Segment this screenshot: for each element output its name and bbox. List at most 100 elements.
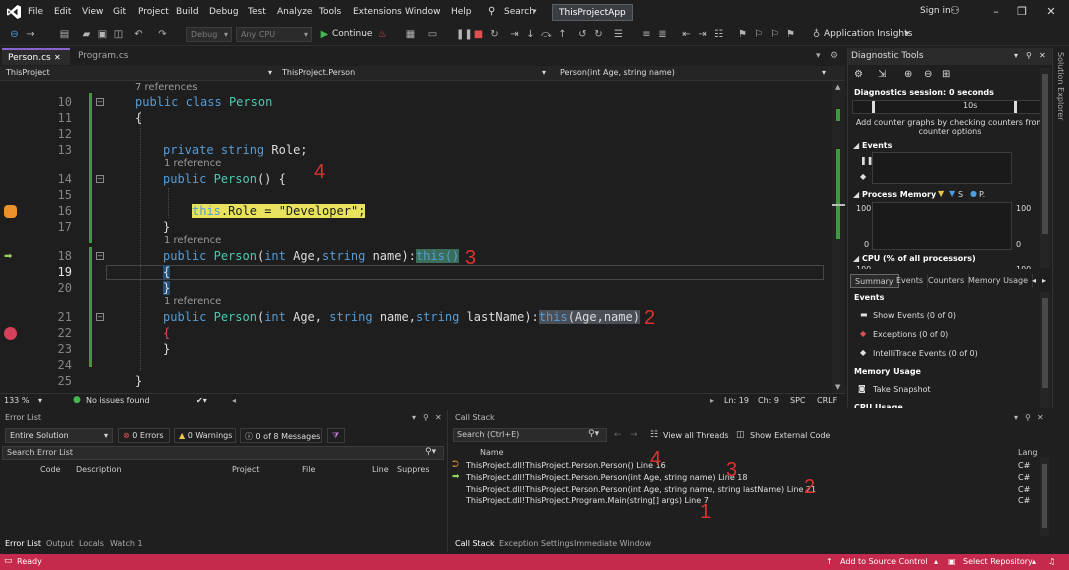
collapse-icon[interactable]: − bbox=[96, 313, 104, 321]
line-ending-indicator[interactable]: CRLF bbox=[817, 396, 837, 405]
filter-icon[interactable]: ⧩ bbox=[327, 428, 345, 443]
menu-analyze[interactable]: Analyze bbox=[277, 7, 312, 17]
chevron-down-icon[interactable]: ◢ bbox=[853, 190, 859, 199]
continue-button[interactable]: Continue bbox=[332, 29, 372, 39]
scroll-right-icon[interactable]: ▸ bbox=[710, 396, 714, 405]
add-to-source-control-button[interactable]: Add to Source Control bbox=[840, 557, 928, 566]
call-stack-row[interactable]: ➡ ThisProject.dll!ThisProject.Person.Per… bbox=[450, 472, 1040, 484]
pin-icon[interactable]: ⚲ bbox=[423, 413, 429, 422]
pin-icon[interactable]: ⚲ bbox=[1026, 51, 1032, 60]
zoom-out-icon[interactable]: ⊖ bbox=[924, 69, 932, 80]
reset-zoom-icon[interactable]: ⊞ bbox=[942, 69, 950, 80]
code-lens-references[interactable]: 1 reference bbox=[164, 158, 221, 169]
hot-reload-forward-icon[interactable]: ↻ bbox=[592, 28, 605, 41]
account-icon[interactable]: ⚇ bbox=[950, 4, 960, 17]
save-icon[interactable]: ▣ bbox=[96, 28, 109, 41]
tab-memory-usage[interactable]: Memory Usage bbox=[964, 274, 1034, 288]
zoom-level[interactable]: 133 % bbox=[4, 396, 29, 405]
menu-extensions[interactable]: Extensions bbox=[353, 7, 402, 17]
menu-edit[interactable]: Edit bbox=[54, 7, 71, 17]
timeline-ruler[interactable]: 10s bbox=[852, 100, 1042, 114]
arrow-left-icon[interactable]: ← bbox=[614, 430, 622, 440]
layout-icon[interactable]: ▭ bbox=[426, 28, 439, 41]
notifications-icon[interactable]: ♫ bbox=[1048, 557, 1055, 566]
restore-icon[interactable]: ❐ bbox=[1014, 4, 1030, 20]
events-graph[interactable] bbox=[872, 152, 1012, 184]
column-suppression[interactable]: Suppres bbox=[397, 465, 430, 474]
menu-window[interactable]: Window bbox=[405, 7, 441, 17]
call-stack-row[interactable]: ThisProject.dll!ThisProject.Program.Main… bbox=[450, 496, 1040, 507]
scroll-thumb[interactable] bbox=[1042, 464, 1047, 528]
call-stack-row[interactable]: ThisProject.dll!ThisProject.Person.Perso… bbox=[450, 485, 1040, 496]
collapse-icon[interactable]: − bbox=[96, 175, 104, 183]
open-folder-icon[interactable]: ▰ bbox=[80, 28, 93, 41]
comment-icon[interactable]: ≡ bbox=[640, 28, 653, 41]
close-icon[interactable]: ✕ bbox=[1039, 51, 1046, 60]
scroll-up-icon[interactable]: ▲ bbox=[835, 83, 840, 91]
tab-call-stack[interactable]: Call Stack bbox=[455, 539, 495, 548]
list-icon[interactable]: ☷ bbox=[712, 28, 725, 41]
code-cleanup-icon[interactable]: ✔▾ bbox=[196, 396, 207, 405]
column-line[interactable]: Line bbox=[372, 465, 389, 474]
take-snapshot-button[interactable]: Take Snapshot bbox=[873, 385, 931, 394]
hot-reload-icon[interactable]: ♨ bbox=[376, 28, 389, 41]
settings-icon[interactable]: ⚙ bbox=[854, 69, 863, 80]
menu-project[interactable]: Project bbox=[138, 7, 169, 17]
menu-file[interactable]: File bbox=[28, 7, 43, 17]
issues-status[interactable]: No issues found bbox=[86, 396, 150, 405]
tab-events[interactable]: Events bbox=[892, 274, 929, 288]
uncomment-icon[interactable]: ≣ bbox=[656, 28, 669, 41]
bookmark-prev-icon[interactable]: ⚐ bbox=[752, 28, 765, 41]
code-lens-references[interactable]: 7 references bbox=[135, 82, 198, 93]
chevron-down-icon[interactable]: ◢ bbox=[853, 141, 859, 150]
tab-exception-settings[interactable]: Exception Settings bbox=[499, 539, 574, 548]
bookmark-icon[interactable]: ⚑ bbox=[736, 28, 749, 41]
show-events-link[interactable]: Show Events (0 of 0) bbox=[873, 311, 956, 320]
save-all-icon[interactable]: ◫ bbox=[112, 28, 125, 41]
menu-tools[interactable]: Tools bbox=[319, 7, 341, 17]
scroll-thumb[interactable] bbox=[1042, 74, 1048, 234]
call-stack-scrollbar[interactable] bbox=[1040, 458, 1049, 536]
chevron-right-icon[interactable]: ▸ bbox=[1042, 276, 1046, 285]
timeline-handle[interactable] bbox=[1014, 101, 1017, 113]
whitespace-indicator[interactable]: SPC bbox=[790, 396, 806, 405]
scroll-thumb[interactable] bbox=[1042, 298, 1048, 388]
step-out-icon[interactable]: ↑ bbox=[556, 28, 569, 41]
chevron-left-icon[interactable]: ◂ bbox=[1032, 276, 1036, 285]
app-insights-button[interactable]: Application Insights bbox=[824, 29, 912, 39]
error-search-input[interactable]: Search Error List ⚲▾ bbox=[2, 446, 444, 460]
format-icon[interactable]: ☰ bbox=[612, 28, 625, 41]
tab-error-list[interactable]: Error List bbox=[5, 539, 41, 548]
column-project[interactable]: Project bbox=[232, 465, 259, 474]
select-repository-button[interactable]: Select Repository bbox=[963, 557, 1033, 566]
indent-icon[interactable]: ⇤ bbox=[680, 28, 693, 41]
navigate-forward-icon[interactable]: → bbox=[24, 28, 37, 41]
new-item-icon[interactable]: ▤ bbox=[58, 28, 71, 41]
show-external-code-button[interactable]: Show External Code bbox=[750, 431, 830, 440]
tab-output[interactable]: Output bbox=[46, 539, 74, 548]
code-editor[interactable]: ➡ 10 11 12 13 14 15 16 17 18 19 20 21 22… bbox=[0, 81, 845, 393]
diag-scrollbar[interactable] bbox=[1040, 68, 1050, 268]
stop-debugging-icon[interactable]: ■ bbox=[472, 28, 485, 41]
member-selector[interactable]: Person(int Age, string name) ▾ bbox=[556, 67, 830, 80]
tab-person-cs[interactable]: Person.cs ✕ bbox=[2, 48, 70, 65]
bookmark-next-icon[interactable]: ⚐ bbox=[768, 28, 781, 41]
chevron-down-icon[interactable]: ◢ bbox=[853, 254, 859, 263]
tab-watch-1[interactable]: Watch 1 bbox=[110, 539, 143, 548]
scroll-down-icon[interactable]: ▼ bbox=[835, 383, 840, 391]
column-indicator[interactable]: Ch: 9 bbox=[758, 396, 779, 405]
show-next-statement-icon[interactable]: ⇥ bbox=[508, 28, 521, 41]
menu-git[interactable]: Git bbox=[113, 7, 126, 17]
menu-build[interactable]: Build bbox=[176, 7, 199, 17]
column-file[interactable]: File bbox=[302, 465, 315, 474]
call-stack-row[interactable]: ⮊ ThisProject.dll!ThisProject.Person.Per… bbox=[450, 460, 1040, 472]
chevron-down-icon[interactable]: ▾ bbox=[412, 413, 416, 422]
bookmark-clear-icon[interactable]: ⚑ bbox=[784, 28, 797, 41]
close-icon[interactable]: ✕ bbox=[1043, 4, 1059, 20]
project-selector[interactable]: ThisProject ▾ bbox=[2, 67, 276, 80]
code-lens-references[interactable]: 1 reference bbox=[164, 235, 221, 246]
timeline-handle[interactable] bbox=[872, 101, 875, 113]
tab-program-cs[interactable]: Program.cs bbox=[72, 48, 138, 65]
collapse-icon[interactable]: − bbox=[96, 252, 104, 260]
navigate-back-icon[interactable]: ⊖ bbox=[8, 28, 21, 41]
